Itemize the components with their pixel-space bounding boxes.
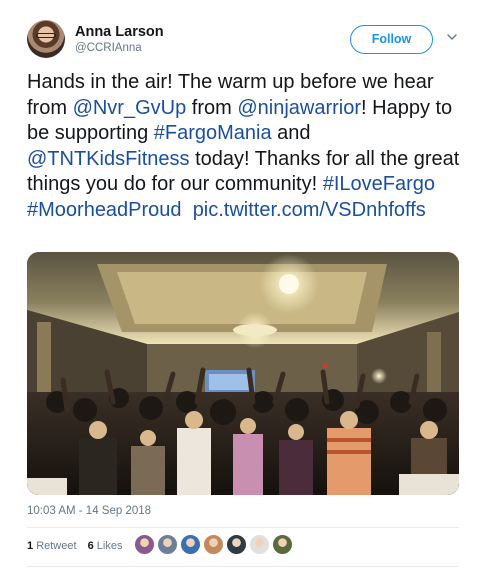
glasses-detail [36, 33, 56, 38]
divider [27, 527, 459, 528]
divider [27, 566, 459, 567]
engagement-stats: 1 Retweet 6 Likes [27, 540, 130, 552]
tweet-timestamp[interactable]: 10:03 AM - 14 Sep 2018 [27, 505, 151, 517]
retweet-stat[interactable]: 1 Retweet [27, 540, 77, 552]
tweet-link[interactable]: pic.twitter.com/VSDnhfoffs [193, 199, 426, 221]
like-label: Likes [96, 540, 123, 552]
tweet-text-segment [182, 199, 193, 221]
user-handle[interactable]: @CCRIAnna [75, 42, 142, 54]
liker-avatar[interactable] [272, 534, 293, 555]
liker-avatar[interactable] [249, 534, 270, 555]
liker-avatar[interactable] [157, 534, 178, 555]
tweet-link[interactable]: #ILoveFargo [323, 173, 435, 195]
liker-avatar[interactable] [134, 534, 155, 555]
chevron-down-icon[interactable] [445, 30, 459, 44]
like-count: 6 [87, 540, 94, 552]
tweet-link[interactable]: #MoorheadProud [27, 199, 182, 221]
display-name[interactable]: Anna Larson [75, 24, 164, 40]
tweet-card: Anna Larson @CCRIAnna Follow Hands in th… [0, 0, 485, 576]
liker-avatar[interactable] [180, 534, 201, 555]
like-stat[interactable]: 6 Likes [88, 540, 123, 552]
tweet-link[interactable]: @Nvr_GvUp [73, 97, 187, 119]
tweet-link[interactable]: @TNTKidsFitness [27, 148, 190, 170]
tweet-text-segment: and [271, 122, 311, 144]
retweet-label: Retweet [36, 540, 77, 552]
tweet-text-segment: from [186, 96, 238, 119]
avatar[interactable] [27, 20, 65, 58]
liker-avatar[interactable] [226, 534, 247, 555]
tweet-link[interactable]: #FargoMania [154, 122, 272, 144]
tweet-link[interactable]: @ninjawarrior [237, 97, 361, 119]
follow-button[interactable]: Follow [350, 25, 433, 54]
tweet-photo[interactable] [27, 252, 459, 495]
tweet-text: Hands in the air! The warm up before we … [27, 70, 467, 223]
retweet-count: 1 [27, 540, 34, 552]
liker-avatar[interactable] [203, 534, 224, 555]
